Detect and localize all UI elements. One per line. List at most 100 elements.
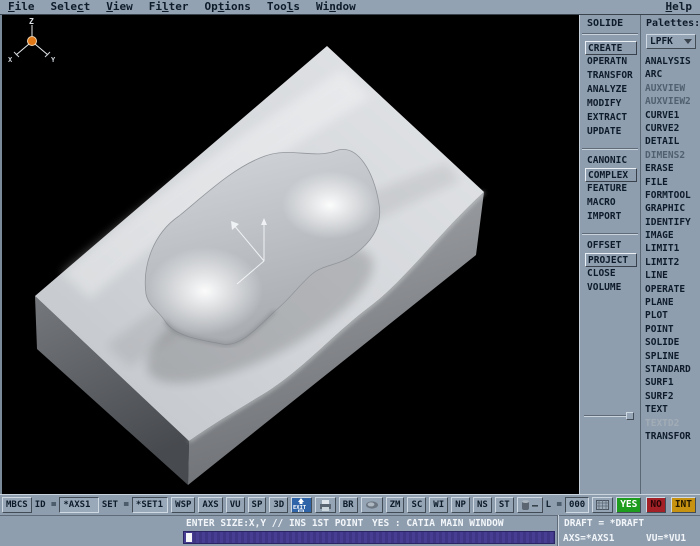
exit-button[interactable]: EXIT bbox=[291, 497, 312, 513]
palettes-title: Palettes: bbox=[645, 15, 700, 31]
menu-item[interactable]: Filter bbox=[141, 0, 197, 15]
solide-menu-item[interactable]: IMPORT bbox=[585, 210, 637, 224]
palette-item[interactable]: LINE bbox=[645, 269, 700, 282]
divider bbox=[582, 233, 638, 235]
palette-item[interactable]: TEXT bbox=[645, 403, 700, 416]
window-mode-button[interactable]: ZM bbox=[386, 497, 405, 513]
window-message: YES : CATIA MAIN WINDOW bbox=[372, 518, 504, 529]
palette-item[interactable]: SURF2 bbox=[645, 390, 700, 403]
id-field[interactable]: *AXS1 bbox=[59, 497, 98, 513]
view-mode-button[interactable]: AXS bbox=[198, 497, 222, 513]
filter-grid-button[interactable] bbox=[592, 497, 613, 513]
layer-field[interactable]: 000 bbox=[565, 497, 589, 513]
solide-menu-item[interactable]: PROJECT bbox=[585, 253, 637, 267]
palette-item[interactable]: STANDARD bbox=[645, 363, 700, 376]
palette-selector-dropdown[interactable]: LPFK bbox=[646, 34, 696, 49]
view-mode-button[interactable]: WSP bbox=[171, 497, 195, 513]
solide-menu-item[interactable]: ANALYZE bbox=[585, 83, 637, 97]
palette-item[interactable]: PLOT bbox=[645, 309, 700, 322]
view-mode-button[interactable]: 3D bbox=[269, 497, 288, 513]
command-input[interactable] bbox=[183, 531, 555, 544]
view-triad-icon: Z X Y bbox=[8, 17, 56, 64]
view-capture-button[interactable] bbox=[361, 497, 383, 513]
palette-item[interactable]: FORMTOOL bbox=[645, 189, 700, 202]
menu-item[interactable]: Tools bbox=[259, 0, 308, 15]
palette-item[interactable]: IMAGE bbox=[645, 229, 700, 242]
menu-item[interactable]: Options bbox=[197, 0, 259, 15]
palette-item[interactable]: SURF1 bbox=[645, 376, 700, 389]
palette-item[interactable]: CURVE2 bbox=[645, 122, 700, 135]
layer-lock-button[interactable] bbox=[517, 497, 543, 513]
window-mode-button[interactable]: NS bbox=[473, 497, 492, 513]
solide-menu-item[interactable]: FEATURE bbox=[585, 182, 637, 196]
print-button[interactable] bbox=[315, 497, 336, 513]
palette-item[interactable]: AUXVIEW2 bbox=[645, 95, 700, 108]
palette-item[interactable]: LIMIT2 bbox=[645, 256, 700, 269]
svg-text:Y: Y bbox=[51, 56, 56, 64]
solide-menu-item[interactable]: UPDATE bbox=[585, 125, 637, 139]
palette-item[interactable]: OPERATE bbox=[645, 283, 700, 296]
prompt-text: ENTER SIZE:X,Y // INS 1ST POINT bbox=[186, 518, 363, 529]
menu-item[interactable]: Select bbox=[43, 0, 99, 15]
viewport-3d[interactable]: Z X Y bbox=[0, 15, 579, 494]
window-mode-button[interactable]: WI bbox=[429, 497, 448, 513]
palette-item[interactable]: ARC bbox=[645, 68, 700, 81]
palette-item[interactable]: PLANE bbox=[645, 296, 700, 309]
palette-item[interactable]: LIMIT1 bbox=[645, 242, 700, 255]
solide-menu-item[interactable]: MODIFY bbox=[585, 97, 637, 111]
set-label: SET = bbox=[102, 500, 129, 510]
view-mode-button[interactable]: VU bbox=[226, 497, 245, 513]
window-mode-button[interactable]: NP bbox=[451, 497, 470, 513]
palette-item[interactable]: SPLINE bbox=[645, 350, 700, 363]
solide-menu-item[interactable]: CREATE bbox=[585, 41, 637, 55]
palette-item[interactable]: TRANSFOR bbox=[645, 430, 700, 443]
solide-menu-item[interactable]: MACRO bbox=[585, 196, 637, 210]
solide-menu-item[interactable]: COMPLEX bbox=[585, 168, 637, 182]
solide-menu-item[interactable]: CANONIC bbox=[585, 154, 637, 168]
set-field[interactable]: *SET1 bbox=[132, 497, 168, 513]
solide-menu-item[interactable]: OFFSET bbox=[585, 239, 637, 253]
menu-item[interactable]: View bbox=[98, 0, 141, 15]
br-button[interactable]: BR bbox=[339, 497, 358, 513]
menu-bar: FileSelectViewFilterOptionsToolsWindow H… bbox=[0, 0, 700, 15]
lock-icon bbox=[521, 500, 539, 511]
axs-status: AXS=*AXS1 bbox=[563, 533, 614, 544]
vu-status: VU=*VU1 bbox=[646, 533, 686, 544]
eye-icon bbox=[365, 500, 379, 510]
answer-buttons: YES NO INT bbox=[616, 497, 696, 513]
bottom-toolbar: MBCS ID = *AXS1 SET = *SET1 WSPAXSVUSP3D… bbox=[0, 494, 700, 515]
palette-item[interactable]: POINT bbox=[645, 323, 700, 336]
palette-item[interactable]: ERASE bbox=[645, 162, 700, 175]
window-mode-button[interactable]: ST bbox=[495, 497, 514, 513]
palette-item[interactable]: DETAIL bbox=[645, 135, 700, 148]
menu-item-help[interactable]: Help bbox=[658, 0, 700, 15]
message-row: ENTER SIZE:X,Y // INS 1ST POINT YES : CA… bbox=[0, 515, 700, 530]
int-button[interactable]: INT bbox=[671, 497, 696, 513]
solide-menu-item[interactable]: CLOSE bbox=[585, 267, 637, 281]
solide-menu-item[interactable]: TRANSFOR bbox=[585, 69, 637, 83]
palette-item[interactable]: FILE bbox=[645, 176, 700, 189]
palette-item[interactable]: IDENTIFY bbox=[645, 216, 700, 229]
menu-item[interactable]: Window bbox=[308, 0, 364, 15]
palette-item[interactable]: TEXTD2 bbox=[645, 417, 700, 430]
view-mode-button[interactable]: SP bbox=[248, 497, 267, 513]
solide-menu-item[interactable]: VOLUME bbox=[585, 281, 637, 295]
palette-selector-value: LPFK bbox=[650, 36, 673, 47]
panel-sash[interactable] bbox=[584, 415, 634, 417]
mbcs-button[interactable]: MBCS bbox=[2, 497, 32, 513]
palette-item[interactable]: GRAPHIC bbox=[645, 202, 700, 215]
palette-item[interactable]: ANALYSIS bbox=[645, 55, 700, 68]
solide-menu-item[interactable]: OPERATN bbox=[585, 55, 637, 69]
palette-item[interactable]: AUXVIEW bbox=[645, 82, 700, 95]
solide-panel-title: SOLIDE bbox=[580, 15, 640, 31]
solide-menu-item[interactable]: EXTRACT bbox=[585, 111, 637, 125]
menu-item[interactable]: File bbox=[0, 0, 43, 15]
no-button[interactable]: NO bbox=[646, 497, 665, 513]
palette-item[interactable]: DIMENS2 bbox=[645, 149, 700, 162]
sash-handle-icon[interactable] bbox=[626, 412, 634, 420]
chevron-down-icon bbox=[684, 39, 692, 44]
palette-item[interactable]: SOLIDE bbox=[645, 336, 700, 349]
palette-item[interactable]: CURVE1 bbox=[645, 109, 700, 122]
window-mode-button[interactable]: SC bbox=[407, 497, 426, 513]
yes-button[interactable]: YES bbox=[616, 497, 641, 513]
